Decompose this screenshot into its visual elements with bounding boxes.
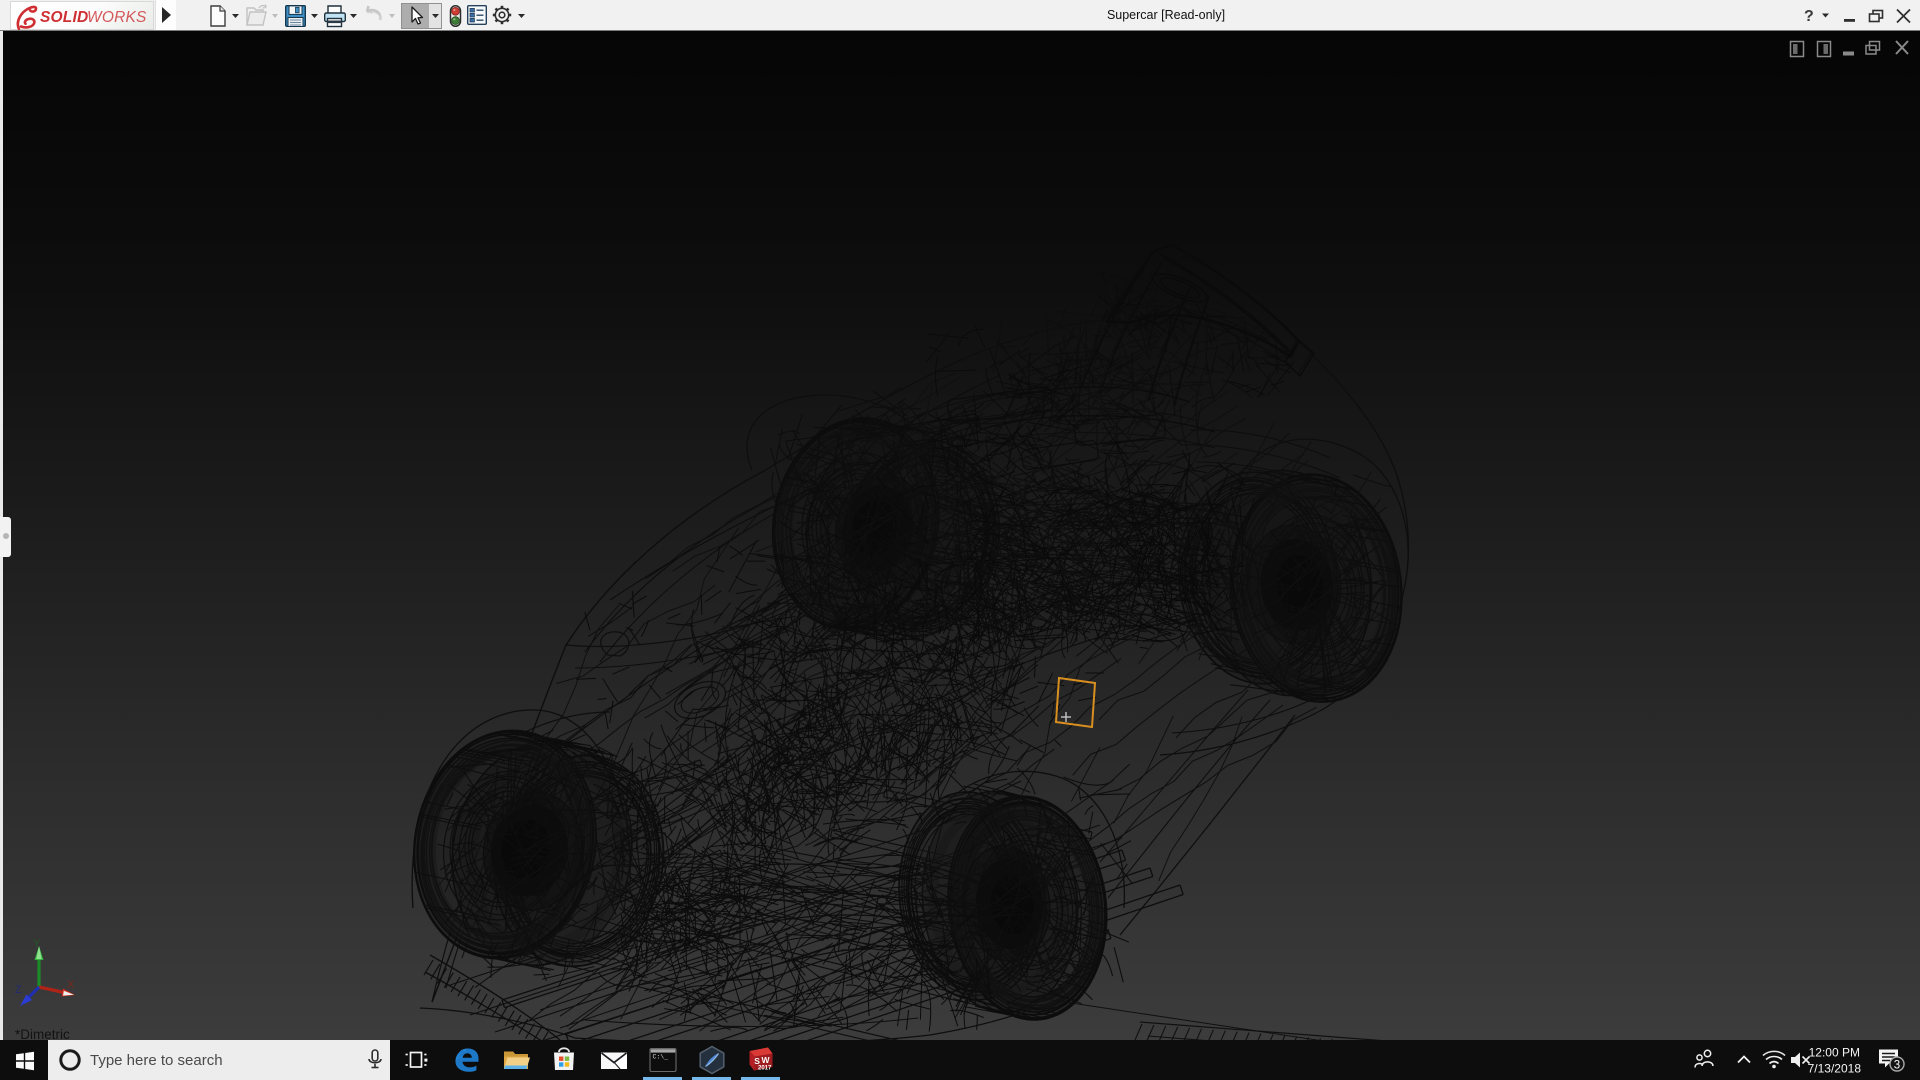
svg-text:SOLID: SOLID <box>40 9 88 26</box>
svg-text:X: X <box>67 979 75 991</box>
svg-text:12:00 PM: 12:00 PM <box>1809 1046 1860 1060</box>
svg-text:?: ? <box>1804 8 1814 25</box>
svg-text:3: 3 <box>1894 1059 1900 1071</box>
svg-text:Y: Y <box>33 938 41 950</box>
svg-text:Z: Z <box>15 984 22 996</box>
svg-text:7/13/2018: 7/13/2018 <box>1808 1062 1862 1076</box>
svg-text:C:\_: C:\_ <box>653 1054 669 1061</box>
svg-text:2017: 2017 <box>758 1066 772 1072</box>
svg-text:W: W <box>762 1055 771 1065</box>
svg-text:S: S <box>754 1056 760 1066</box>
svg-text:WORKS: WORKS <box>87 9 147 26</box>
